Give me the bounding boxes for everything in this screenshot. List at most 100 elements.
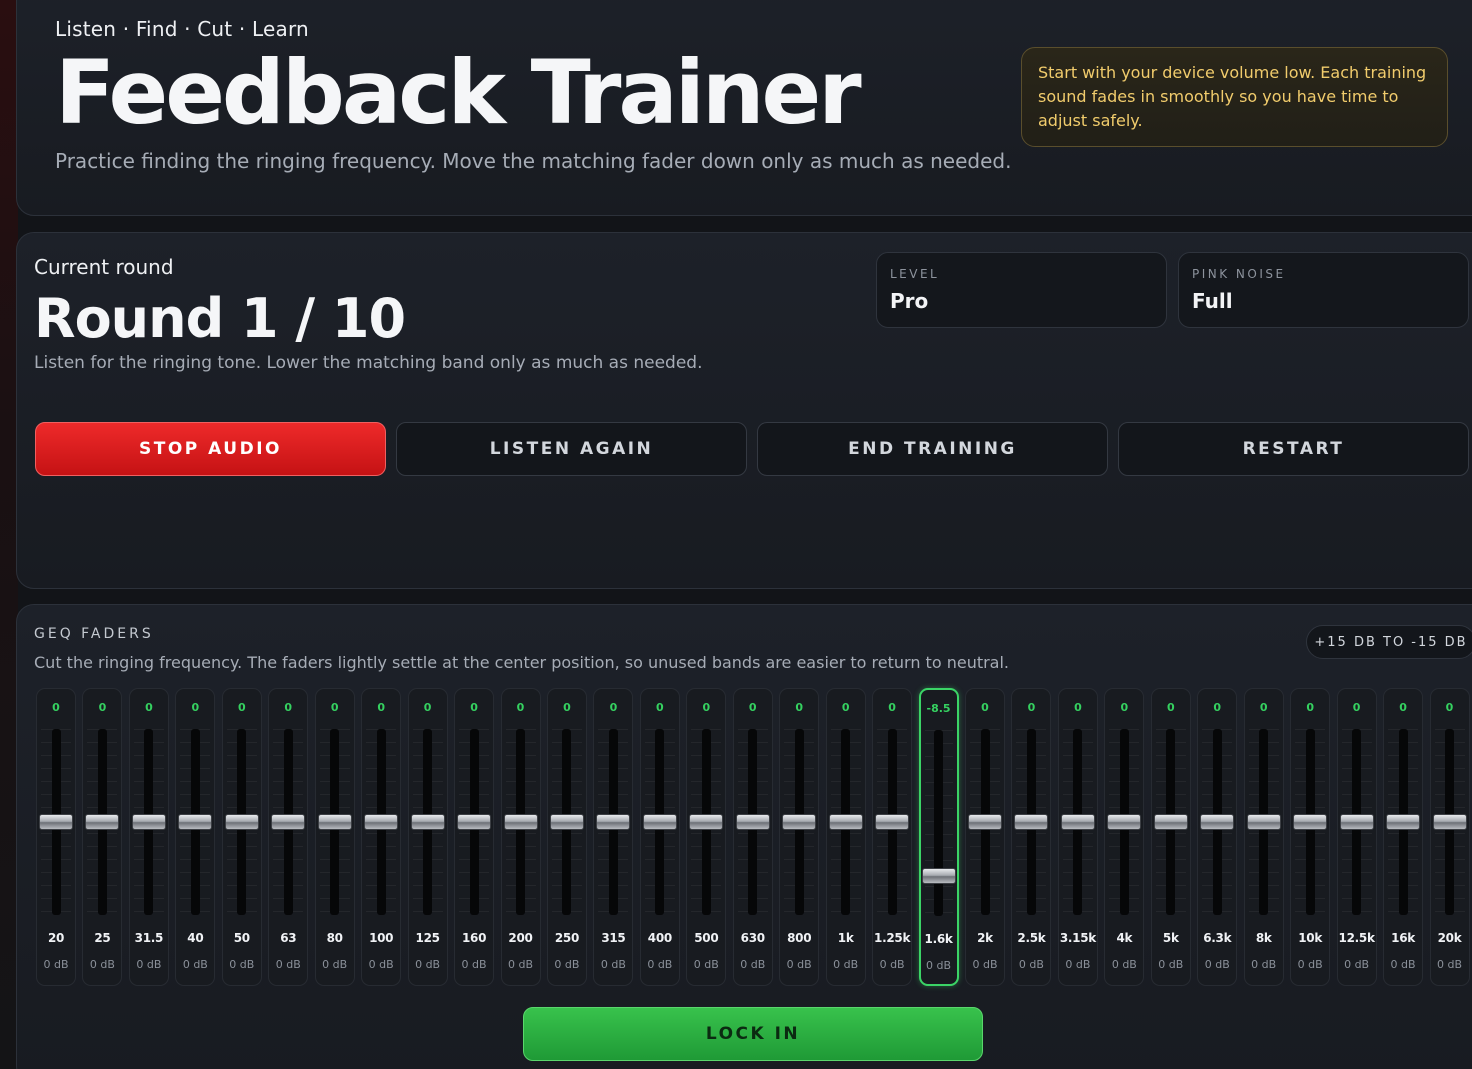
fader-knob[interactable] (782, 814, 817, 830)
fader-knob[interactable] (1432, 814, 1467, 830)
fader-value: 0 (609, 701, 618, 714)
fader-value: 0 (1213, 701, 1222, 714)
fader-db: 0 dB (1018, 958, 1044, 971)
fader-db: 0 dB (89, 958, 115, 971)
restart-button[interactable]: RESTART (1118, 422, 1469, 476)
fader-knob[interactable] (596, 814, 631, 830)
fader-knob[interactable] (224, 814, 259, 830)
fader-value: 0 (656, 701, 664, 714)
fader-band[interactable]: 0 25 0 dB (82, 688, 123, 986)
fader-band[interactable]: 0 40 0 dB (175, 688, 216, 986)
fader-value: 0 (52, 701, 60, 714)
fader-knob[interactable] (549, 814, 584, 830)
fader-band[interactable]: 0 200 0 dB (500, 688, 541, 986)
fader-band[interactable]: 0 3.15k 0 dB (1057, 688, 1098, 986)
fader-band[interactable]: 0 315 0 dB (593, 688, 634, 986)
fader-knob[interactable] (410, 814, 445, 830)
fader-frequency: 2.5k (1017, 931, 1046, 945)
app-subtitle: Practice finding the ringing frequency. … (55, 149, 1012, 173)
fader-knob[interactable] (1386, 814, 1421, 830)
fader-band[interactable]: 0 1.25k 0 dB (872, 688, 913, 986)
fader-band[interactable]: 0 5k 0 dB (1150, 688, 1191, 986)
app-title: Feedback Trainer (55, 41, 862, 144)
fader-frequency: 800 (787, 931, 812, 945)
fader-knob[interactable] (735, 814, 770, 830)
fader-knob[interactable] (1339, 814, 1374, 830)
fader-knob[interactable] (968, 814, 1002, 830)
fader-knob[interactable] (689, 814, 724, 830)
fader-band[interactable]: 0 400 0 dB (639, 688, 680, 986)
fader-knob[interactable] (39, 814, 73, 830)
fader-frequency: 25 (94, 931, 111, 945)
fader-band[interactable]: 0 2k 0 dB (965, 688, 1005, 986)
fader-knob[interactable] (875, 814, 910, 830)
fader-frequency: 20 (47, 931, 65, 945)
fader-band[interactable]: 0 4k 0 dB (1104, 688, 1145, 986)
fader-value: 0 (1259, 701, 1268, 714)
fader-band[interactable]: 0 800 0 dB (779, 688, 820, 986)
lock-in-button[interactable]: LOCK IN (523, 1007, 983, 1061)
fader-db: 0 dB (647, 958, 673, 971)
fader-value: -8.5 (926, 702, 951, 715)
listen-again-button[interactable]: LISTEN AGAIN (396, 422, 747, 476)
fader-knob[interactable] (178, 814, 213, 830)
fader-knob[interactable] (1246, 814, 1281, 830)
fader-db: 0 dB (1111, 958, 1137, 971)
fader-band[interactable]: 0 20 0 dB (36, 688, 76, 986)
fader-band[interactable]: 0 2.5k 0 dB (1011, 688, 1052, 986)
fader-knob[interactable] (1293, 814, 1328, 830)
fader-knob[interactable] (457, 814, 492, 830)
fader-db: 0 dB (786, 958, 812, 971)
fader-knob[interactable] (921, 867, 956, 884)
fader-band[interactable]: 0 16k 0 dB (1383, 688, 1424, 986)
fader-band[interactable]: 0 31.5 0 dB (128, 688, 169, 986)
fader-db: 0 dB (1065, 958, 1091, 971)
fader-db: 0 dB (415, 958, 441, 971)
pink-noise-value: Full (1192, 289, 1233, 313)
fader-knob[interactable] (1014, 814, 1049, 830)
fader-band[interactable]: 0 10k 0 dB (1290, 688, 1331, 986)
fader-band[interactable]: 0 8k 0 dB (1243, 688, 1284, 986)
fader-frequency: 6.3k (1203, 931, 1232, 945)
fader-frequency: 4k (1116, 931, 1133, 945)
fader-knob[interactable] (1107, 814, 1142, 830)
fader-band[interactable]: -8.5 1.6k 0 dB (918, 688, 959, 986)
fader-knob[interactable] (642, 814, 677, 830)
fader-band[interactable]: 0 6.3k 0 dB (1197, 688, 1238, 986)
fader-frequency: 5k (1162, 931, 1179, 945)
fader-knob[interactable] (828, 814, 863, 830)
fader-knob[interactable] (364, 814, 399, 830)
fader-band[interactable]: 0 1k 0 dB (825, 688, 866, 986)
fader-knob[interactable] (131, 814, 166, 830)
header-panel: Listen · Find · Cut · Learn Feedback Tra… (16, 0, 1472, 216)
range-badge: +15 DB TO -15 DB (1306, 625, 1472, 659)
fader-knob[interactable] (1200, 814, 1235, 830)
fader-band[interactable]: 0 630 0 dB (732, 688, 773, 986)
fader-band[interactable]: 0 250 0 dB (546, 688, 587, 986)
fader-value: 0 (98, 701, 107, 714)
fader-knob[interactable] (271, 814, 306, 830)
fader-knob[interactable] (503, 814, 538, 830)
end-training-button[interactable]: END TRAINING (757, 422, 1108, 476)
fader-knob[interactable] (1060, 814, 1095, 830)
fader-band[interactable]: 0 20k 0 dB (1429, 688, 1470, 986)
fader-db: 0 dB (693, 958, 719, 971)
fader-band[interactable]: 0 50 0 dB (221, 688, 262, 986)
fader-knob[interactable] (85, 814, 120, 830)
fader-db: 0 dB (879, 958, 905, 971)
fader-bank: 0 20 0 dB 0 25 0 dB 0 31.5 0 dB 0 40 0 dB 0 50 0 dB 0 63… (36, 688, 1472, 988)
fader-band[interactable]: 0 100 0 dB (361, 688, 402, 986)
fader-knob[interactable] (1153, 814, 1188, 830)
fader-band[interactable]: 0 12.5k 0 dB (1336, 688, 1377, 986)
fader-band[interactable]: 0 125 0 dB (407, 688, 448, 986)
fader-knob[interactable] (317, 814, 352, 830)
stop-audio-button[interactable]: STOP AUDIO (35, 422, 386, 476)
fader-band[interactable]: 0 160 0 dB (454, 688, 495, 986)
fader-band[interactable]: 0 80 0 dB (314, 688, 355, 986)
fader-band[interactable]: 0 63 0 dB (268, 688, 309, 986)
fader-band[interactable]: 0 500 0 dB (686, 688, 727, 986)
level-card: LEVEL Pro (876, 252, 1167, 328)
geq-heading: GEQ FADERS (34, 626, 154, 642)
fader-track[interactable] (934, 730, 944, 916)
fader-value: 0 (981, 701, 989, 714)
